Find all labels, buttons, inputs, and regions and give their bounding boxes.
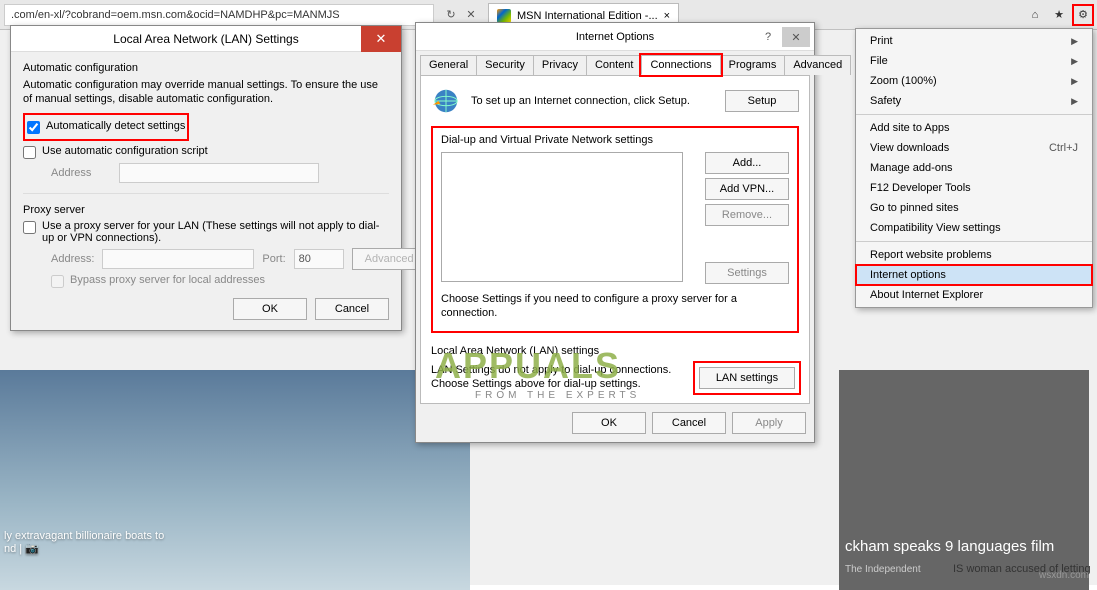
bypass-input [51,275,64,288]
menu-internet-options[interactable]: Internet options [856,265,1092,285]
menu-print[interactable]: Print▶ [856,31,1092,51]
tab-privacy[interactable]: Privacy [533,55,587,75]
tab-connections[interactable]: Connections [641,55,720,75]
hero-left-line2: nd | 📷 [4,542,470,555]
hero-right-caption: ckham speaks 9 languages film [845,538,1083,555]
dialup-heading: Dial-up and Virtual Private Network sett… [441,134,789,146]
auto-config-heading: Automatic configuration [23,62,389,74]
hero-left-tile[interactable]: ly extravagant billionaire boats to nd |… [0,370,470,590]
stop-icon[interactable]: ✕ [462,6,480,24]
io-cancel-button[interactable]: Cancel [652,412,726,434]
menu-safety[interactable]: Safety▶ [856,91,1092,111]
lan-settings-button[interactable]: LAN settings [699,367,795,389]
lan-titlebar[interactable]: Local Area Network (LAN) Settings ✕ [11,26,401,52]
proxy-address-label: Address: [51,253,94,265]
io-titlebar[interactable]: Internet Options ? ✕ [416,23,814,51]
url-text: .com/en-xl/?cobrand=oem.msn.com&ocid=NAM… [11,9,340,21]
watermark-corner: wsxdn.com [1039,570,1089,581]
setup-text: To set up an Internet connection, click … [471,95,715,107]
proxy-checkbox[interactable]: Use a proxy server for your LAN (These s… [23,220,389,244]
internet-options-dialog: Internet Options ? ✕ General Security Pr… [415,22,815,443]
add-button[interactable]: Add... [705,152,789,174]
chevron-right-icon: ▶ [1071,76,1078,87]
tab-general[interactable]: General [420,55,477,75]
menu-file[interactable]: File▶ [856,51,1092,71]
tab-title: MSN International Edition -... [517,10,658,22]
conn-settings-button: Settings [705,262,789,284]
io-tabstrip: General Security Privacy Content Connect… [420,55,810,76]
auto-detect-label: Automatically detect settings [46,120,185,132]
use-script-label: Use automatic configuration script [42,145,208,157]
chevron-right-icon: ▶ [1071,56,1078,67]
proxy-desc: Use a proxy server for your LAN (These s… [42,220,389,244]
auto-config-desc: Automatic configuration may override man… [23,78,389,107]
menu-add-site[interactable]: Add site to Apps [856,118,1092,138]
io-apply-button: Apply [732,412,806,434]
tools-menu: Print▶ File▶ Zoom (100%)▶ Safety▶ Add si… [855,28,1093,308]
hero-left-line1: ly extravagant billionaire boats to [4,530,470,542]
proxy-address-input [102,249,254,269]
proxy-input[interactable] [23,221,36,234]
menu-addons[interactable]: Manage add-ons [856,158,1092,178]
tools-gear-icon[interactable]: ⚙ [1075,7,1091,23]
menu-report[interactable]: Report website problems [856,245,1092,265]
chevron-right-icon: ▶ [1071,96,1078,107]
menu-downloads[interactable]: View downloadsCtrl+J [856,138,1092,158]
proxy-port-input [294,249,344,269]
use-script-checkbox[interactable]: Use automatic configuration script [23,145,389,159]
msn-favicon [497,9,511,23]
bypass-checkbox: Bypass proxy server for local addresses [51,274,389,288]
add-vpn-button[interactable]: Add VPN... [705,178,789,200]
io-ok-button[interactable]: OK [572,412,646,434]
io-close-button[interactable]: ✕ [782,27,810,47]
home-icon[interactable]: ⌂ [1027,7,1043,23]
chevron-right-icon: ▶ [1071,36,1078,47]
connections-listbox[interactable] [441,152,683,282]
favorites-icon[interactable]: ★ [1051,7,1067,23]
choose-settings-note: Choose Settings if you need to configure… [441,292,789,321]
hero-right-tile[interactable]: ckham speaks 9 languages film The Indepe… [839,370,1089,590]
lan-close-button[interactable]: ✕ [361,26,401,52]
lan-heading: Local Area Network (LAN) settings [431,345,799,357]
menu-about[interactable]: About Internet Explorer [856,285,1092,305]
io-help-button[interactable]: ? [758,27,778,47]
auto-detect-checkbox[interactable]: Automatically detect settings [27,120,185,134]
lan-title-text: Local Area Network (LAN) Settings [19,32,393,46]
menu-zoom[interactable]: Zoom (100%)▶ [856,71,1092,91]
dialup-group: Dial-up and Virtual Private Network sett… [431,126,799,333]
tab-programs[interactable]: Programs [720,55,786,75]
bypass-label: Bypass proxy server for local addresses [70,274,265,286]
nav-controls: ↻ ✕ [442,6,480,24]
tab-security[interactable]: Security [476,55,534,75]
menu-f12[interactable]: F12 Developer Tools [856,178,1092,198]
auto-detect-input[interactable] [27,121,40,134]
lan-cancel-button[interactable]: Cancel [315,298,389,320]
watermark-sub: FROM THE EXPERTS [475,390,640,401]
setup-button[interactable]: Setup [725,90,799,112]
script-address-input [119,163,319,183]
io-title-text: Internet Options [576,31,654,43]
lan-ok-button[interactable]: OK [233,298,307,320]
toolbar-right: ⌂ ★ ⚙ [1027,7,1097,23]
address-bar[interactable]: .com/en-xl/?cobrand=oem.msn.com&ocid=NAM… [4,4,434,26]
lan-note: LAN Settings do not apply to dial-up con… [431,363,687,392]
tab-advanced[interactable]: Advanced [784,55,851,75]
menu-compat[interactable]: Compatibility View settings [856,218,1092,238]
use-script-input[interactable] [23,146,36,159]
hero-right-source: The Independent [845,564,921,575]
menu-pinned[interactable]: Go to pinned sites [856,198,1092,218]
lan-settings-dialog: Local Area Network (LAN) Settings ✕ Auto… [10,25,402,331]
remove-button: Remove... [705,204,789,226]
proxy-heading: Proxy server [23,204,389,216]
tab-content[interactable]: Content [586,55,643,75]
globe-icon [431,86,461,116]
proxy-port-label: Port: [262,253,285,265]
tab-close-icon[interactable]: × [664,10,670,22]
script-address-label: Address [51,167,111,179]
refresh-icon[interactable]: ↻ [442,6,460,24]
